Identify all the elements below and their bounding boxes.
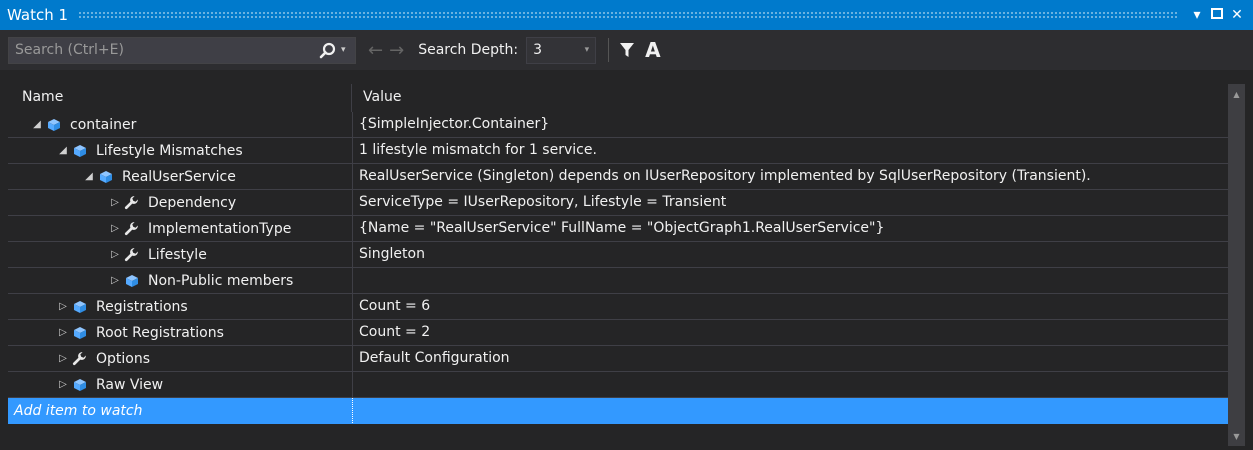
watch-row-name: container xyxy=(70,116,137,133)
watch-row-name-cell[interactable]: ▷ ImplementationType xyxy=(8,216,353,241)
object-icon xyxy=(122,274,142,288)
watch-row[interactable]: ▷ Registrations Count = 6 xyxy=(8,294,1228,320)
watch-row-value[interactable]: {Name = "RealUserService" FullName = "Ob… xyxy=(354,216,884,241)
grid-header: Name Value xyxy=(8,84,1228,113)
object-icon xyxy=(70,300,90,314)
watch-row-name-cell[interactable]: ◢ RealUserService xyxy=(8,164,353,189)
watch-row-value[interactable] xyxy=(354,268,359,293)
expanded-triangle-icon[interactable]: ◢ xyxy=(30,119,44,130)
collapsed-triangle-icon[interactable]: ▷ xyxy=(108,197,122,208)
scroll-down-icon[interactable]: ▼ xyxy=(1228,428,1245,444)
collapsed-triangle-icon[interactable]: ▷ xyxy=(56,327,70,338)
watch-row-value[interactable]: {SimpleInjector.Container} xyxy=(354,112,549,137)
watch-row-name: RealUserService xyxy=(122,168,236,185)
watch-row[interactable]: ▷ Raw View xyxy=(8,372,1228,398)
watch-grid: Name Value ◢ container {SimpleInjector.Con… xyxy=(8,84,1228,446)
watch-row-name-cell[interactable]: ▷ Root Registrations xyxy=(8,320,353,345)
chevron-down-icon: ▾ xyxy=(584,45,590,55)
watch-row-name-cell[interactable]: ▷ Registrations xyxy=(8,294,353,319)
object-icon xyxy=(70,326,90,340)
back-arrow-icon[interactable]: ← xyxy=(368,40,383,61)
watch-row-name: Lifestyle Mismatches xyxy=(96,142,243,159)
window-title: Watch 1 xyxy=(7,6,69,24)
close-icon[interactable]: ✕ xyxy=(1227,7,1247,23)
maximize-icon[interactable] xyxy=(1207,7,1227,23)
collapsed-triangle-icon[interactable]: ▷ xyxy=(108,223,122,234)
watch-window: Watch 1 ▾ ✕ ▾ ← → Search Depth: 3 ▾ xyxy=(0,0,1253,450)
object-icon xyxy=(96,170,116,184)
watch-row[interactable]: ◢ Lifestyle Mismatches 1 lifestyle mismatc… xyxy=(8,138,1228,164)
forward-arrow-icon[interactable]: → xyxy=(389,40,404,61)
wrench-icon xyxy=(122,247,142,263)
search-depth-label: Search Depth: xyxy=(418,42,519,58)
watch-row[interactable]: ◢ RealUserService RealUserService (Singlet… xyxy=(8,164,1228,190)
watch-row-value[interactable] xyxy=(354,372,359,397)
expanded-triangle-icon[interactable]: ◢ xyxy=(56,145,70,156)
watch-row-value[interactable]: 1 lifestyle mismatch for 1 service. xyxy=(354,138,597,163)
watch-row-value[interactable]: Count = 2 xyxy=(354,320,430,345)
add-item-value-cell[interactable] xyxy=(354,398,1227,423)
wrench-icon xyxy=(122,221,142,237)
watch-row-name-cell[interactable]: ▷ Non-Public members xyxy=(8,268,353,293)
title-bar[interactable]: Watch 1 ▾ ✕ xyxy=(0,0,1253,30)
font-button[interactable]: A xyxy=(645,38,660,62)
wrench-icon xyxy=(122,195,142,211)
watch-row[interactable]: ▷ ImplementationType {Name = "RealUserServ… xyxy=(8,216,1228,242)
watch-row-name-cell[interactable]: ▷ Raw View xyxy=(8,372,353,397)
watch-row-name: Options xyxy=(96,350,151,367)
search-depth-select[interactable]: 3 ▾ xyxy=(526,36,597,64)
vertical-scrollbar[interactable]: ▲ ▼ xyxy=(1228,84,1245,446)
watch-row-value[interactable]: RealUserService (Singleton) depends on I… xyxy=(354,164,1091,189)
title-grip[interactable] xyxy=(78,11,1177,19)
add-watch-row[interactable]: Add item to watch xyxy=(8,398,1228,424)
object-icon xyxy=(70,144,90,158)
watch-row-name: Lifestyle xyxy=(148,246,207,263)
watch-row-value[interactable]: Count = 6 xyxy=(354,294,430,319)
add-item-to-watch-input[interactable]: Add item to watch xyxy=(8,398,353,423)
collapsed-triangle-icon[interactable]: ▷ xyxy=(56,379,70,390)
filter-icon[interactable] xyxy=(619,42,635,58)
window-menu-icon[interactable]: ▾ xyxy=(1187,7,1207,23)
search-box[interactable]: ▾ xyxy=(8,36,356,64)
expanded-triangle-icon[interactable]: ◢ xyxy=(82,171,96,182)
search-depth-value: 3 xyxy=(533,42,543,58)
watch-row-name: Root Registrations xyxy=(96,324,224,341)
search-input[interactable] xyxy=(9,37,313,63)
collapsed-triangle-icon[interactable]: ▷ xyxy=(56,301,70,312)
scroll-up-icon[interactable]: ▲ xyxy=(1228,86,1245,102)
column-header-name[interactable]: Name xyxy=(8,84,352,112)
collapsed-triangle-icon[interactable]: ▷ xyxy=(56,353,70,364)
search-options-dropdown-icon[interactable]: ▾ xyxy=(341,45,355,55)
watch-row-name: Raw View xyxy=(96,376,164,393)
watch-row-name-cell[interactable]: ◢ container xyxy=(8,112,353,137)
watch-row-name: ImplementationType xyxy=(148,220,292,237)
column-header-value[interactable]: Value xyxy=(353,84,401,112)
toolbar: ▾ ← → Search Depth: 3 ▾ A xyxy=(0,30,1253,70)
collapsed-triangle-icon[interactable]: ▷ xyxy=(108,275,122,286)
search-icon[interactable] xyxy=(313,42,341,59)
object-icon xyxy=(44,118,64,132)
collapsed-triangle-icon[interactable]: ▷ xyxy=(108,249,122,260)
watch-row-name-cell[interactable]: ◢ Lifestyle Mismatches xyxy=(8,138,353,163)
watch-row[interactable]: ▷ Options Default Configuration xyxy=(8,346,1228,372)
toolbar-separator xyxy=(608,38,610,62)
watch-row-name-cell[interactable]: ▷ Options xyxy=(8,346,353,371)
watch-row[interactable]: ▷ Non-Public members xyxy=(8,268,1228,294)
watch-row-name: Non-Public members xyxy=(148,272,294,289)
watch-row[interactable]: ◢ container {SimpleInjector.Container} xyxy=(8,112,1228,138)
watch-row[interactable]: ▷ Root Registrations Count = 2 xyxy=(8,320,1228,346)
watch-row-name: Dependency xyxy=(148,194,237,211)
watch-row-name-cell[interactable]: ▷ Dependency xyxy=(8,190,353,215)
watch-row[interactable]: ▷ Lifestyle Singleton xyxy=(8,242,1228,268)
watch-row-name-cell[interactable]: ▷ Lifestyle xyxy=(8,242,353,267)
object-icon xyxy=(70,378,90,392)
watch-row[interactable]: ▷ Dependency ServiceType = IUserRepository… xyxy=(8,190,1228,216)
watch-row-value[interactable]: Default Configuration xyxy=(354,346,510,371)
watch-row-value[interactable]: ServiceType = IUserRepository, Lifestyle… xyxy=(354,190,726,215)
watch-row-name: Registrations xyxy=(96,298,188,315)
watch-row-value[interactable]: Singleton xyxy=(354,242,425,267)
wrench-icon xyxy=(70,351,90,367)
